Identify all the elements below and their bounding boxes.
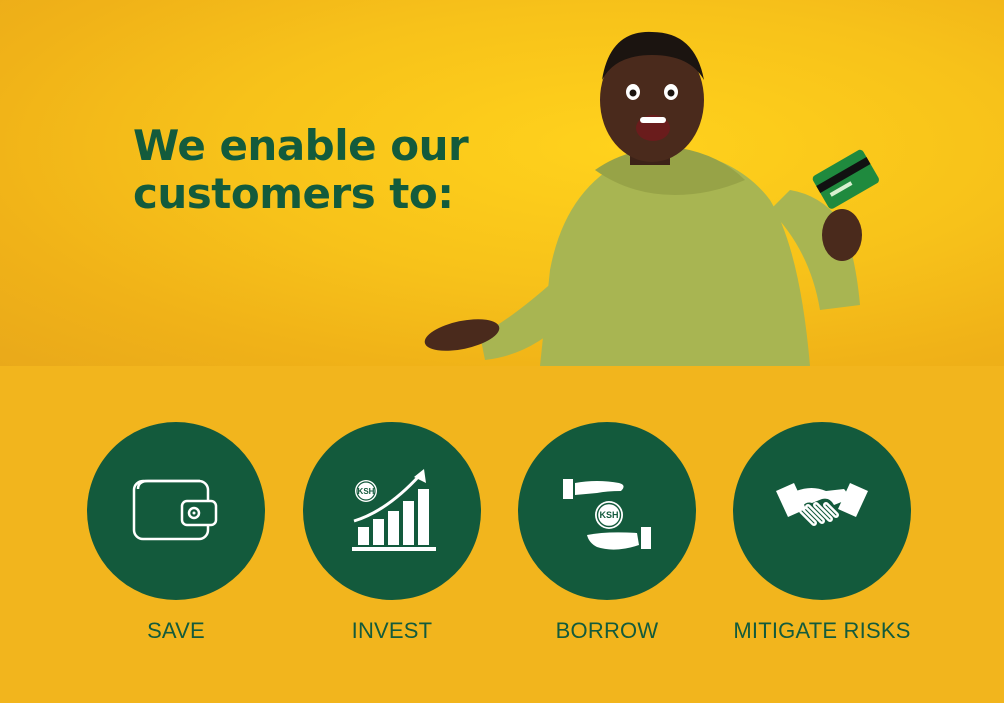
handshake-icon bbox=[776, 483, 868, 526]
feature-borrow-label: BORROW bbox=[555, 618, 659, 643]
growth-chart-icon: KSH bbox=[352, 469, 436, 551]
feature-mitigate-risks: MITIGATE RISKS bbox=[722, 422, 922, 644]
feature-borrow: KSH BORROW bbox=[507, 422, 707, 644]
hero-person-image bbox=[424, 31, 880, 366]
hero-banner: We enable our customers to: bbox=[0, 0, 1004, 366]
feature-save-label: SAVE bbox=[147, 618, 205, 643]
feature-invest-label: INVEST bbox=[351, 618, 433, 643]
feature-mitigate-label: MITIGATE RISKS bbox=[733, 618, 911, 643]
wallet-icon bbox=[132, 479, 218, 541]
features-section: SAVE KSH INVEST KSH BORROW MITIGATE RISK… bbox=[0, 366, 1004, 703]
feature-borrow-circle: KSH bbox=[518, 422, 696, 600]
feature-invest: KSH INVEST bbox=[292, 422, 492, 644]
page: We enable our customers to: SAVE KSH INV… bbox=[0, 0, 1004, 703]
invest-ksh-badge: KSH bbox=[358, 487, 375, 496]
feature-save: SAVE bbox=[76, 422, 276, 644]
feature-mitigate-circle bbox=[733, 422, 911, 600]
borrow-ksh-badge: KSH bbox=[599, 510, 618, 520]
hands-coin-icon: KSH bbox=[563, 479, 651, 550]
feature-invest-circle: KSH bbox=[303, 422, 481, 600]
feature-save-circle bbox=[87, 422, 265, 600]
